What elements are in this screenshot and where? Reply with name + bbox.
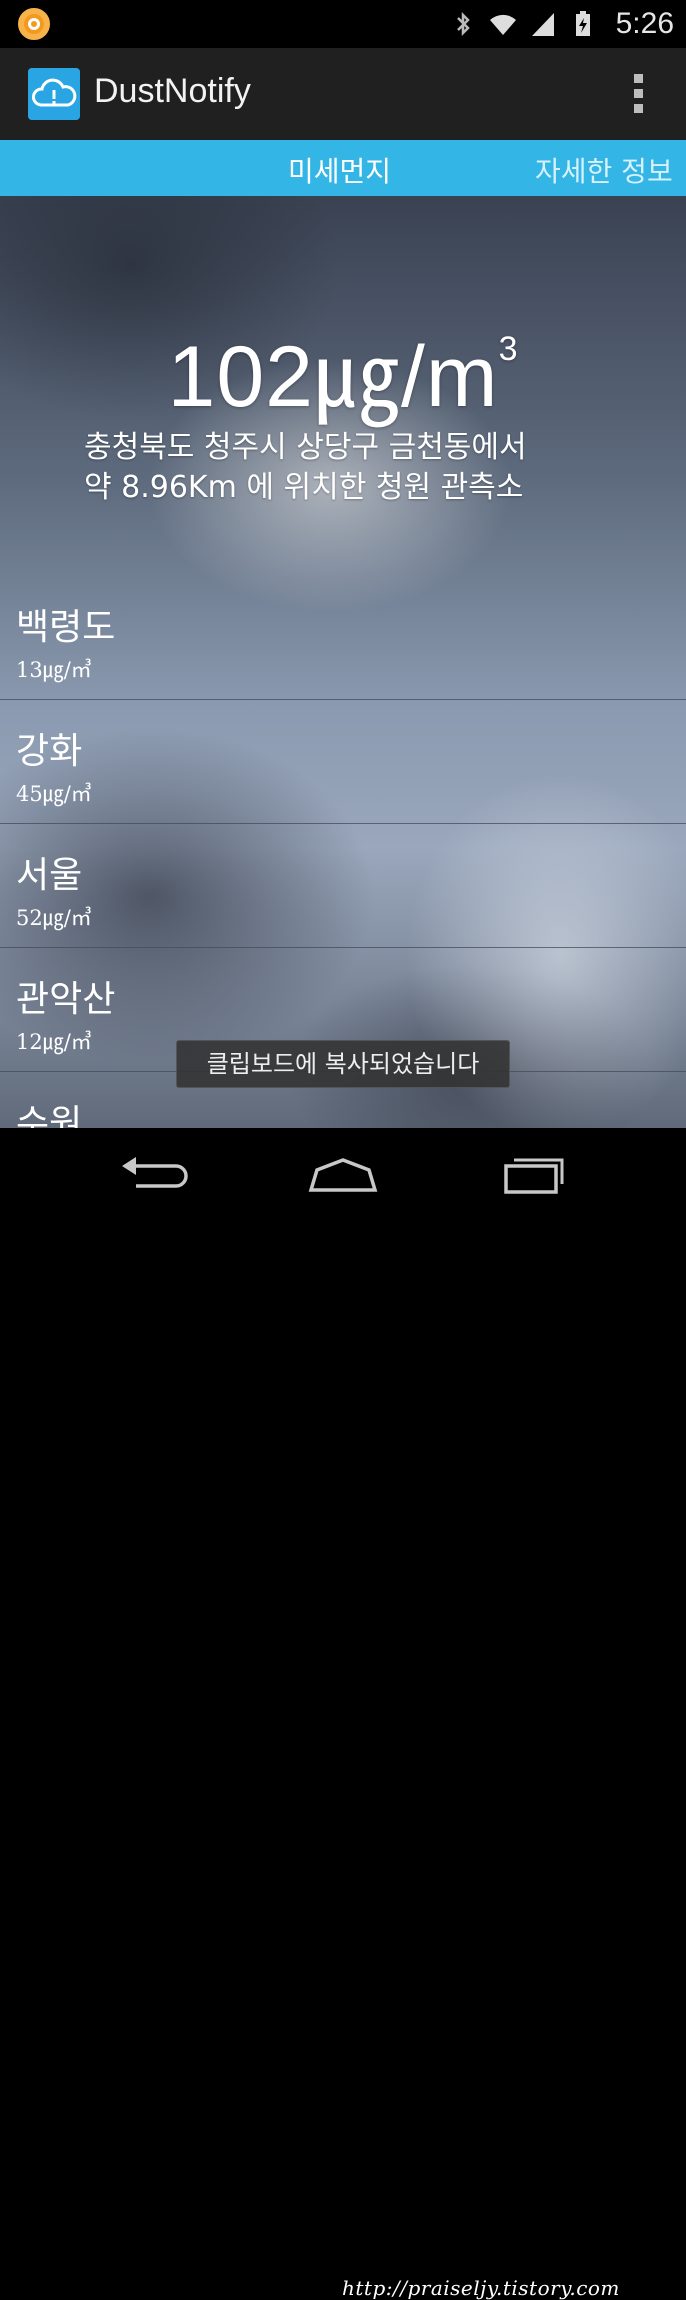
list-item[interactable]: 강화 45㎍/㎥ (0, 700, 686, 824)
overflow-menu-button[interactable] (630, 74, 646, 114)
bluetooth-icon (456, 11, 470, 37)
overflow-dot-icon (633, 89, 643, 98)
station-value: 45㎍/㎥ (16, 782, 92, 806)
current-dust-value: 102㎍/m3 (167, 329, 519, 425)
tab-details[interactable]: 자세한 정보 (535, 150, 673, 190)
overflow-dot-icon (633, 104, 643, 113)
toast-message: 클립보드에 복사되었습니다 (176, 1040, 510, 1088)
list-item[interactable]: 서울 52㎍/㎥ (0, 824, 686, 948)
app-title: DustNotify (94, 72, 251, 110)
status-icons: 5:26 (448, 0, 674, 48)
battery-icon (575, 11, 590, 36)
action-bar: DustNotify (0, 48, 686, 142)
dust-content: 102㎍/m3 충청북도 청주시 상당구 금천동에서 약 8.96Km 에 위치… (0, 196, 686, 1128)
station-value: 12㎍/㎥ (16, 1030, 92, 1054)
watermark-text: http://praiseljy.tistory.com (342, 2276, 620, 2300)
overflow-dot-icon (633, 74, 643, 83)
station-name: 강화 (16, 731, 83, 772)
station-name: 관악산 (16, 979, 116, 1020)
station-value: 13㎍/㎥ (16, 658, 92, 682)
home-icon[interactable] (303, 1152, 383, 1196)
status-bar: 5:26 (0, 0, 686, 48)
station-name: 수원 (16, 1103, 83, 1128)
list-item[interactable]: 백령도 13㎍/㎥ (0, 576, 686, 700)
station-value: 52㎍/㎥ (16, 906, 92, 930)
back-icon[interactable] (112, 1152, 192, 1196)
station-name: 백령도 (16, 607, 116, 648)
wifi-icon (489, 14, 516, 35)
tab-fine-dust[interactable]: 미세먼지 (288, 150, 391, 190)
tab-bar: 미세먼지 자세한 정보 (0, 140, 686, 196)
clock: 5:26 (615, 7, 674, 40)
navigation-bar: http://praiseljy.tistory.com (0, 1128, 686, 2300)
app-cloud-icon (28, 68, 80, 120)
notification-icon (18, 8, 50, 40)
station-name: 서울 (16, 855, 83, 896)
signal-icon (531, 13, 554, 36)
recent-apps-icon[interactable] (492, 1152, 572, 1196)
station-location-text: 충청북도 청주시 상당구 금천동에서 약 8.96Km 에 위치한 청원 관측소 (84, 430, 527, 505)
